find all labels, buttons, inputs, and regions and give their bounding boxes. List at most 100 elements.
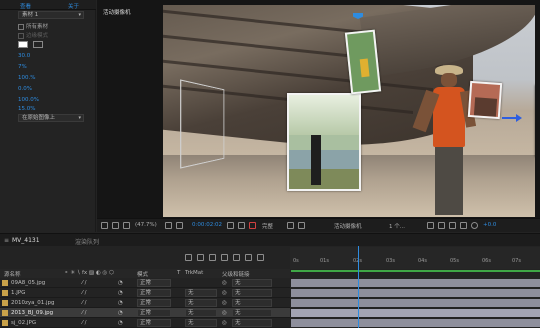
transparency-grid-icon[interactable] [298, 222, 305, 229]
pickwhip-icon[interactable]: ◎ [222, 320, 227, 326]
photo-layer-man-by-lake[interactable] [287, 93, 361, 191]
tab-render-queue[interactable]: 渲染队列 [75, 237, 99, 246]
channel-icon[interactable] [249, 222, 256, 229]
blend-mode-select[interactable]: 正常 [137, 289, 171, 297]
clock-icon[interactable]: ◔ [118, 280, 123, 286]
param-value-3[interactable]: 100.% [18, 75, 35, 81]
blend-mode-select[interactable]: 正常 [137, 299, 171, 307]
photo-layer-garden[interactable] [344, 29, 382, 95]
parent-select[interactable]: 无 [232, 319, 272, 327]
layer-duration-bar[interactable] [291, 289, 540, 297]
graph-editor-icon[interactable] [257, 254, 264, 261]
layer-switches[interactable]: ⁄ / [82, 310, 87, 316]
layer-duration-bar[interactable] [291, 299, 540, 307]
layer-row-selected[interactable]: 2013_BJ_09.jpg ⁄ / ◔ 正常 无 ◎ 无 [0, 308, 290, 318]
param-value-4[interactable]: 0.0% [18, 86, 32, 92]
fit-icon[interactable] [165, 222, 172, 229]
col-source-name[interactable]: 源名称 [4, 270, 21, 278]
param-value-1[interactable]: 30.0 [18, 53, 30, 59]
pickwhip-icon[interactable]: ◎ [222, 290, 227, 296]
param-value-5[interactable]: 100.0% [18, 97, 39, 103]
layer-duration-bar[interactable] [291, 279, 540, 287]
layer-name[interactable]: 09A8_05.jpg [11, 280, 45, 286]
zoom-level[interactable]: (47.7%) [135, 222, 157, 228]
layer-row[interactable]: 09A8_05.jpg ⁄ / ◔ 正常 ◎ 无 [0, 278, 290, 288]
parent-select[interactable]: 无 [232, 289, 272, 297]
col-t[interactable]: T [177, 270, 180, 276]
param-value-2[interactable]: 7% [18, 64, 27, 70]
playhead-line[interactable] [358, 246, 359, 328]
layer-row[interactable]: 1.JPG ⁄ / ◔ 正常 无 ◎ 无 [0, 288, 290, 298]
pickwhip-icon[interactable]: ◎ [222, 310, 227, 316]
eyedropper-icon[interactable] [32, 41, 43, 48]
flowchart-icon[interactable] [460, 222, 467, 229]
col-trkmat[interactable]: TrkMat [185, 270, 203, 276]
layer-switches[interactable]: ⁄ / [82, 320, 87, 326]
motion-blur-icon[interactable] [245, 254, 252, 261]
clock-icon[interactable]: ◔ [118, 310, 123, 316]
trkmat-select[interactable]: 无 [185, 289, 217, 297]
trkmat-select[interactable]: 无 [185, 309, 217, 317]
timeline-icon[interactable] [449, 222, 456, 229]
layer-name[interactable]: 1.JPG [11, 290, 25, 296]
trkmat-select[interactable]: 无 [185, 299, 217, 307]
tab-composition[interactable]: MV_4131 [12, 237, 40, 244]
source-dropdown[interactable]: 素材 1 ▾ [18, 11, 84, 19]
camera-view-select[interactable]: 活动摄像机 [334, 222, 362, 230]
photo-layer-group[interactable] [467, 80, 503, 120]
frame-blending-icon[interactable] [233, 254, 240, 261]
option-all-footage[interactable]: 所有素材 [18, 22, 48, 30]
photo-layer-outline[interactable] [180, 79, 225, 169]
parent-select[interactable]: 无 [232, 299, 272, 307]
view-layout-select[interactable]: 1 个... [389, 222, 405, 230]
layer-row[interactable]: sj_02.JPG ⁄ / ◔ 正常 无 ◎ 无 [0, 318, 290, 328]
color-swatch[interactable] [18, 41, 28, 48]
clock-icon[interactable]: ◔ [118, 320, 123, 326]
col-mode[interactable]: 模式 [137, 270, 148, 278]
tab-about[interactable]: 关于 [68, 2, 79, 10]
trkmat-select[interactable]: 无 [185, 319, 217, 327]
layer-duration-bar[interactable] [291, 319, 540, 327]
pickwhip-icon[interactable]: ◎ [222, 280, 227, 286]
layer-row[interactable]: 2010zya_01.jpg ⁄ / ◔ 正常 无 ◎ 无 [0, 298, 290, 308]
blend-mode-select[interactable]: 正常 [137, 319, 171, 327]
preview-icon[interactable] [101, 222, 108, 229]
layer-name[interactable]: sj_02.JPG [11, 320, 36, 326]
gizmo-arrow-icon[interactable] [516, 114, 522, 122]
checkbox[interactable] [18, 23, 24, 30]
tab-close-icon[interactable]: ≡ [4, 237, 9, 244]
search-icon[interactable] [185, 254, 192, 261]
pixel-aspect-icon[interactable] [427, 222, 434, 229]
shy-icon[interactable] [221, 254, 228, 261]
composite-dropdown[interactable]: 在原始图像上 ▾ [18, 114, 84, 122]
work-area-bar[interactable] [291, 270, 540, 272]
show-snapshot-icon[interactable] [238, 222, 245, 229]
blend-mode-select[interactable]: 正常 [137, 279, 171, 287]
parent-select[interactable]: 无 [232, 309, 272, 317]
layer-name[interactable]: 2013_BJ_09.jpg [11, 310, 53, 316]
col-parent[interactable]: 父级和链接 [222, 270, 250, 278]
pickwhip-icon[interactable]: ◎ [222, 300, 227, 306]
fast-preview-icon[interactable] [438, 222, 445, 229]
current-timecode[interactable]: 0:00:02:02 [192, 222, 222, 228]
comp-mini-flowchart-icon[interactable] [197, 254, 204, 261]
layer-switches[interactable]: ⁄ / [82, 300, 87, 306]
layer-duration-bar-selected[interactable] [291, 309, 540, 317]
safe-zones-icon[interactable] [112, 222, 119, 229]
col-switches-icon[interactable]: ⚬ ✳ ∖ fx ▨ ◐ ◎ ⬡ [64, 270, 114, 276]
tab-view[interactable]: 查看 [20, 2, 31, 10]
composition-viewer[interactable]: 活动摄像机 [97, 0, 540, 218]
exposure-reset-icon[interactable] [471, 222, 478, 229]
clock-icon[interactable]: ◔ [118, 300, 123, 306]
camera-snapshot-icon[interactable] [227, 222, 234, 229]
layer-switches[interactable]: ⁄ / [82, 280, 87, 286]
composition-canvas[interactable] [163, 5, 535, 217]
param-value-6[interactable]: 15.0% [18, 106, 35, 112]
snapshot-icon[interactable] [176, 222, 183, 229]
layer-switches[interactable]: ⁄ / [82, 290, 87, 296]
blend-mode-select[interactable]: 正常 [137, 309, 171, 317]
layer-name[interactable]: 2010zya_01.jpg [11, 300, 55, 306]
time-ruler[interactable]: 0s 01s 02s 03s 04s 05s 06s 07s [290, 247, 540, 269]
parent-select[interactable]: 无 [232, 279, 272, 287]
clock-icon[interactable]: ◔ [118, 290, 123, 296]
